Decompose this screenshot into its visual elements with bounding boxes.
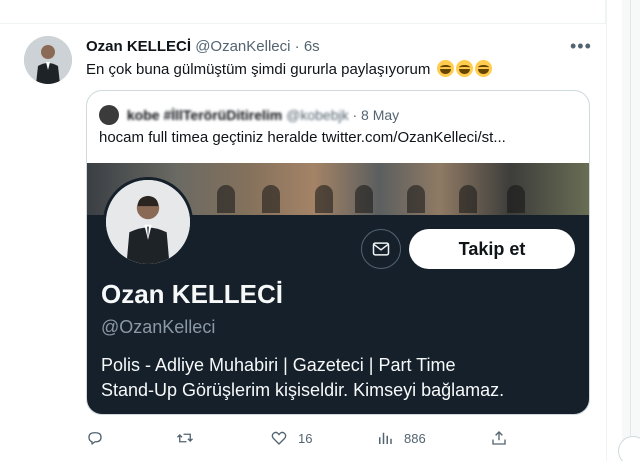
previous-tweet-edge xyxy=(0,0,606,24)
like-count: 16 xyxy=(298,430,313,446)
author-avatar[interactable] xyxy=(24,36,72,84)
follow-button: Takip et xyxy=(409,229,575,269)
joy-emoji-icon xyxy=(455,60,473,77)
profile-bio: Polis - Adliye Muhabiri | Gazeteci | Par… xyxy=(101,353,581,403)
view-count: 886 xyxy=(404,430,426,446)
tweet-time[interactable]: 6s xyxy=(304,38,320,55)
sidebar-widget-edge xyxy=(618,436,640,461)
banner-figure xyxy=(262,185,280,213)
like-icon xyxy=(271,431,287,445)
banner-figure xyxy=(315,185,333,213)
right-sidebar-edge xyxy=(622,0,640,461)
quoted-tweet-text: hocam full timea geçtiniz heralde twitte… xyxy=(99,129,506,146)
quoted-author-name: kobe #İllTerörüDitirelim xyxy=(126,107,283,123)
profile-handle: @OzanKelleci xyxy=(101,317,216,337)
tweet-text: En çok buna gülmüştüm şimdi gururla payl… xyxy=(86,60,492,78)
banner-figure xyxy=(459,185,477,213)
banner-figure xyxy=(355,185,373,213)
reply-button[interactable] xyxy=(86,428,114,448)
quoted-author-avatar xyxy=(99,105,119,125)
profile-bio-line: Stand-Up Görüşlerim kişiseldir. Kimseyi … xyxy=(101,380,505,400)
retweet-button[interactable] xyxy=(176,428,204,448)
views-button[interactable]: 886 xyxy=(376,428,426,448)
tweet-header: Ozan KELLECİ @OzanKelleci · 6s xyxy=(86,38,320,55)
author-handle[interactable]: @OzanKelleci xyxy=(195,38,290,55)
timeline-border xyxy=(606,0,607,461)
profile-name: Ozan KELLECİ xyxy=(101,279,284,309)
share-icon xyxy=(492,431,506,445)
joy-emoji-icon xyxy=(436,60,454,77)
share-button[interactable] xyxy=(490,428,508,448)
quoted-tweet-header: kobe #İllTerörüDitirelim @kobebjk · 8 Ma… xyxy=(99,105,399,125)
quoted-header-separator: · xyxy=(352,107,358,123)
profile-bio-line: Polis - Adliye Muhabiri | Gazeteci | Par… xyxy=(101,355,456,375)
quoted-author-handle: @kobebjk xyxy=(286,107,349,123)
profile-card-image: Takip et Ozan KELLECİ @OzanKelleci Polis… xyxy=(87,163,589,414)
mail-button xyxy=(361,229,401,269)
retweet-icon xyxy=(177,433,193,443)
header-separator: · xyxy=(294,38,300,55)
author-name[interactable]: Ozan KELLECİ xyxy=(86,38,191,55)
like-button[interactable]: 16 xyxy=(270,428,312,448)
profile-avatar xyxy=(103,177,193,267)
banner-figure xyxy=(407,185,425,213)
more-icon[interactable]: ••• xyxy=(570,36,592,57)
tweet-text-body: En çok buna gülmüştüm şimdi gururla payl… xyxy=(86,61,431,78)
quoted-tweet-date: 8 May xyxy=(361,107,400,123)
views-icon xyxy=(379,432,392,444)
banner-figure xyxy=(507,185,525,213)
mail-icon xyxy=(372,242,390,256)
reply-icon xyxy=(88,432,102,445)
banner-figure xyxy=(217,185,235,213)
sidebar-divider xyxy=(630,0,631,461)
joy-emoji-icon xyxy=(474,60,492,77)
quoted-tweet[interactable]: kobe #İllTerörüDitirelim @kobebjk · 8 Ma… xyxy=(86,90,590,415)
